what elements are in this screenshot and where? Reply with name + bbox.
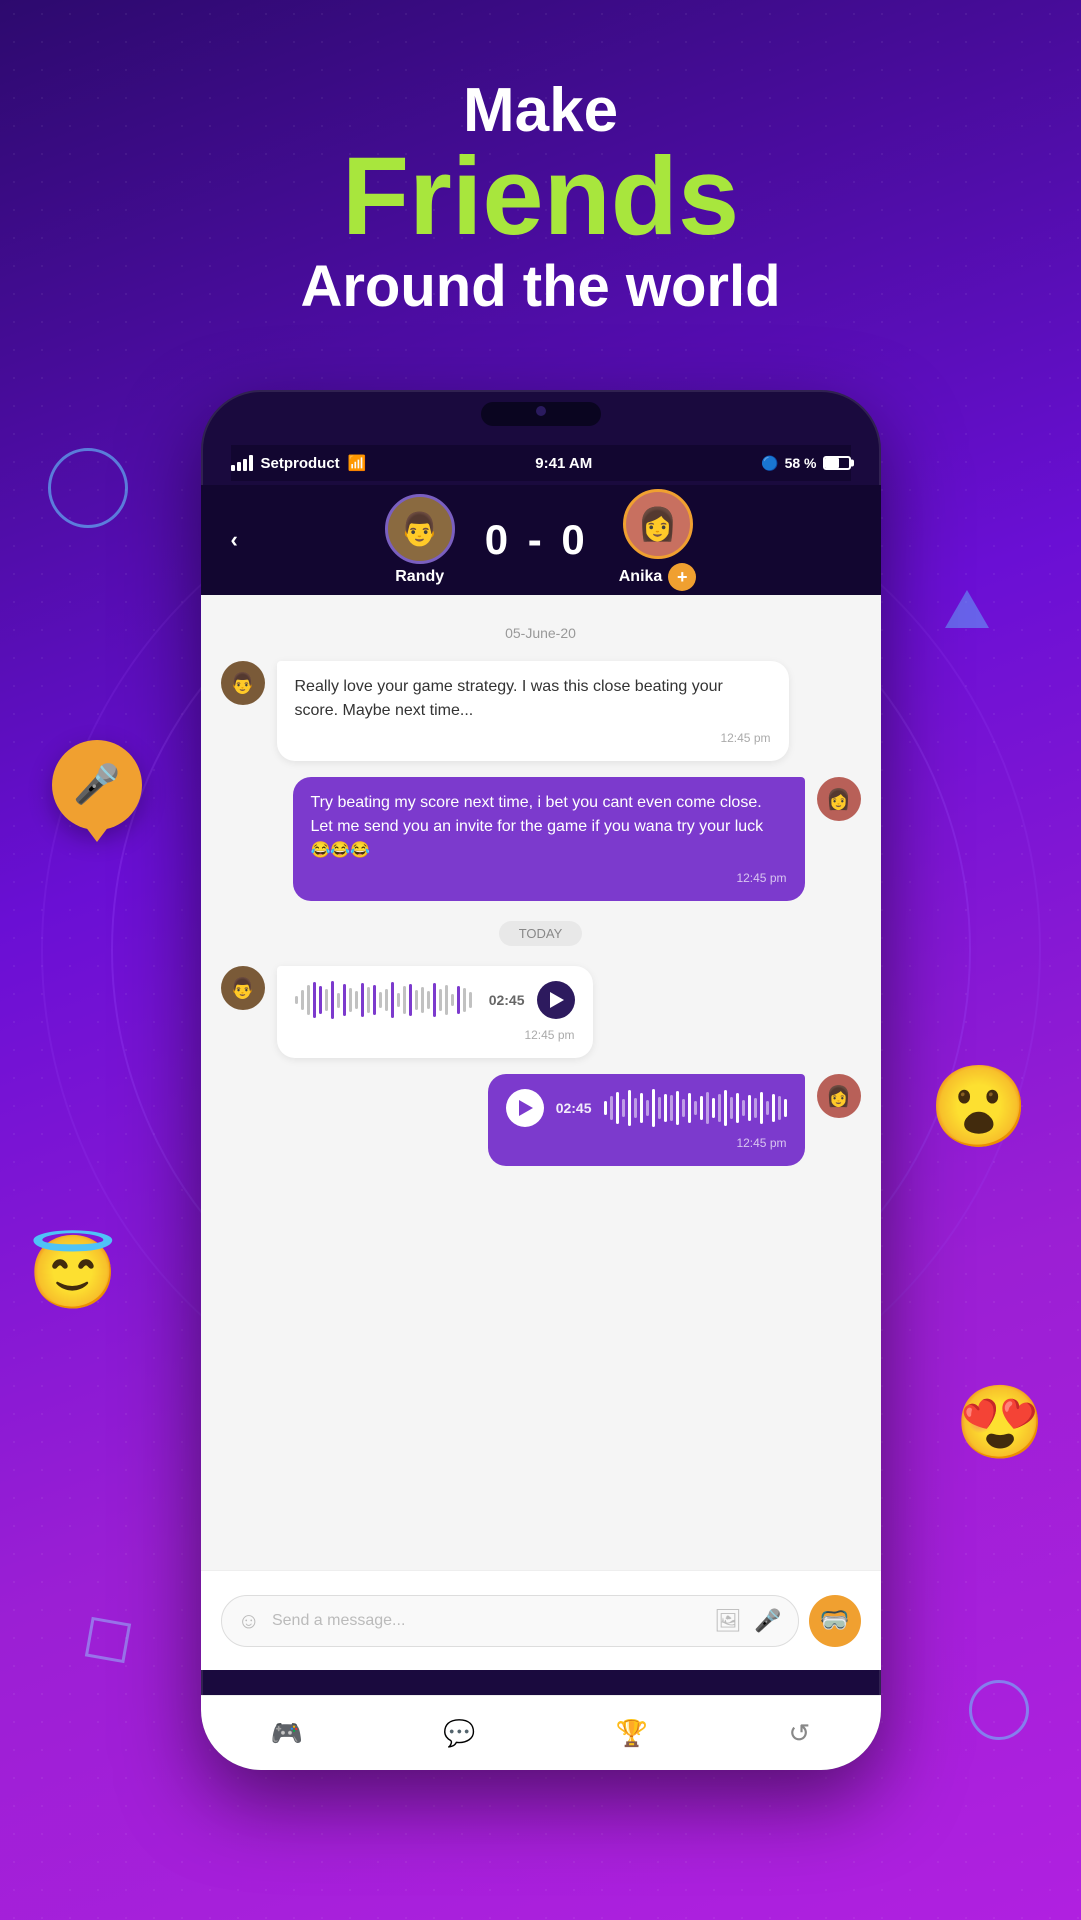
heart-eyes-emoji: 😍 — [955, 1380, 1045, 1465]
player2-section: 👩 Anika + — [619, 489, 697, 591]
voice-time-received: 12:45 pm — [295, 1026, 575, 1044]
phone-mockup: Setproduct 📶 9:41 AM 🔵 58 % ‹ 👨 Randy 0 … — [201, 390, 881, 1770]
player2-avatar: 👩 — [623, 489, 693, 559]
sender-avatar-1: 👨 — [221, 661, 265, 705]
voice-duration-received: 02:45 — [489, 990, 525, 1011]
around-heading: Around the world — [0, 252, 1081, 322]
player1-name: Randy — [395, 568, 444, 586]
voice-bubble-sent[interactable]: 02:45 — [488, 1074, 805, 1166]
play-button-received[interactable] — [537, 981, 575, 1019]
waveform-received — [295, 980, 477, 1020]
floating-mic-bubble: 🎤 — [52, 740, 142, 830]
message-text-2: Try beating my score next time, i bet yo… — [311, 794, 764, 859]
bubble-received-1: Really love your game strategy. I was th… — [277, 661, 789, 761]
voice-time-sent: 12:45 pm — [506, 1134, 787, 1152]
message-received-1: 👨 Really love your game strategy. I was … — [221, 661, 861, 761]
player1-section: 👨 Randy — [385, 494, 455, 586]
player2-name: Anika — [619, 568, 663, 586]
status-bar: Setproduct 📶 9:41 AM 🔵 58 % — [231, 445, 851, 481]
battery-icon — [823, 456, 851, 470]
message-placeholder: Send a message... — [272, 1612, 702, 1630]
today-divider: TODAY — [221, 921, 861, 946]
score-display: 0 - 0 — [485, 516, 589, 564]
status-time: 9:41 AM — [535, 455, 592, 472]
nav-games[interactable]: 🎮 — [251, 1710, 323, 1757]
friends-heading: Friends — [0, 142, 1081, 252]
carrier-name: Setproduct — [261, 455, 340, 472]
voice-bubble-received[interactable]: 02:45 12:45 pm — [277, 966, 593, 1058]
wifi-icon: 📶 — [348, 454, 367, 472]
play-triangle-icon-sent — [519, 1100, 533, 1116]
surprised-emoji: 😮 — [929, 1060, 1029, 1154]
date-label: 05-June-20 — [221, 625, 861, 641]
input-mic-icon[interactable]: 🎤 — [754, 1608, 781, 1634]
battery-percent: 58 % — [785, 455, 817, 471]
game-header: ‹ 👨 Randy 0 - 0 👩 Anika + — [201, 485, 881, 595]
voice-received: 👨 — [221, 966, 861, 1058]
back-button[interactable]: ‹ — [231, 527, 238, 553]
signal-icon — [231, 455, 253, 471]
mask-button[interactable]: 🥽 — [809, 1595, 861, 1647]
phone-camera — [536, 406, 546, 416]
bluetooth-icon: 🔵 — [761, 455, 778, 472]
voice-sender-avatar: 👨 — [221, 966, 265, 1010]
player1-avatar: 👨 — [385, 494, 455, 564]
image-icon[interactable]: 🖼 — [714, 1608, 742, 1634]
angel-emoji: 😇 — [28, 1230, 118, 1315]
games-icon: 🎮 — [271, 1718, 303, 1749]
bottom-navigation: 🎮 💬 🏆 ↺ — [201, 1695, 881, 1770]
chat-area: 05-June-20 👨 Really love your game strat… — [201, 595, 881, 1670]
message-time-1: 12:45 pm — [295, 729, 771, 747]
add-friend-button[interactable]: + — [668, 563, 696, 591]
nav-chat[interactable]: 💬 — [423, 1710, 495, 1757]
today-badge-text: TODAY — [499, 921, 583, 946]
play-triangle-icon — [550, 992, 564, 1008]
message-text-1: Really love your game strategy. I was th… — [295, 678, 723, 719]
mic-icon: 🎤 — [73, 763, 120, 807]
replay-icon: ↺ — [789, 1718, 811, 1749]
make-heading: Make — [0, 80, 1081, 142]
nav-replay[interactable]: ↺ — [769, 1710, 831, 1757]
voice-sent: 👩 02:45 — [221, 1074, 861, 1166]
nav-trophy[interactable]: 🏆 — [596, 1710, 668, 1757]
message-input-bar: ☺ Send a message... 🖼 🎤 🥽 — [201, 1570, 881, 1670]
voice-sender-avatar-2: 👩 — [817, 1074, 861, 1118]
voice-duration-sent: 02:45 — [556, 1098, 592, 1119]
message-time-2: 12:45 pm — [311, 869, 787, 887]
sender-avatar-2: 👩 — [817, 777, 861, 821]
waveform-sent — [604, 1088, 787, 1128]
trophy-icon: 🏆 — [616, 1718, 648, 1749]
message-sent-1: 👩 Try beating my score next time, i bet … — [221, 777, 861, 901]
message-input-field[interactable]: ☺ Send a message... 🖼 🎤 — [221, 1595, 799, 1647]
mask-icon: 🥽 — [820, 1606, 850, 1635]
chat-icon: 💬 — [443, 1718, 475, 1749]
smiley-icon[interactable]: ☺ — [238, 1608, 260, 1634]
play-button-sent[interactable] — [506, 1089, 544, 1127]
bubble-sent-1: Try beating my score next time, i bet yo… — [293, 777, 805, 901]
